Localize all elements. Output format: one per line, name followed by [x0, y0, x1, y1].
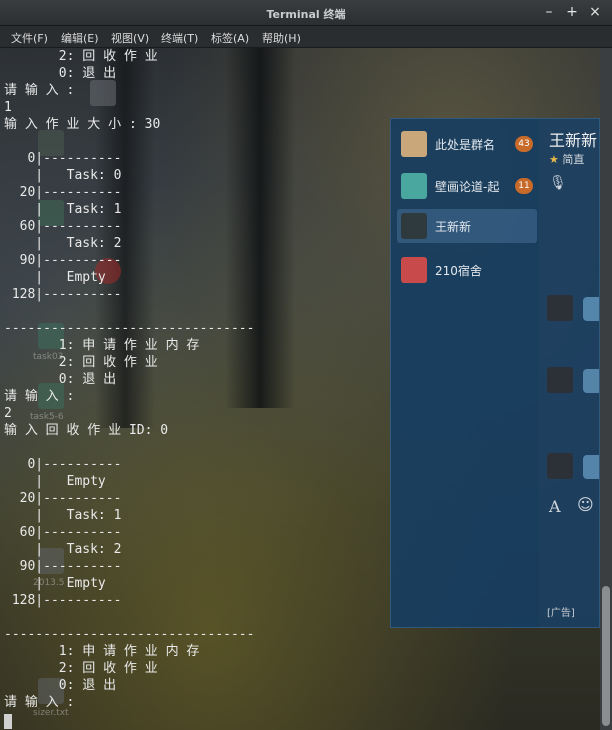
terminal-line: | Task: 0 — [4, 168, 122, 183]
terminal-line: 20|---------- — [4, 491, 122, 506]
terminal-line: 0: 退 出 — [4, 372, 117, 387]
terminal-line: | Task: 2 — [4, 236, 122, 251]
terminal-line: | Empty — [4, 270, 106, 285]
close-button[interactable]: × — [586, 3, 604, 21]
menu-tabs[interactable]: 标签(A) — [211, 30, 249, 46]
terminal-line: 90|---------- — [4, 559, 122, 574]
terminal-line: 1: 申 请 作 业 内 存 — [4, 338, 200, 353]
terminal-line: 请 输 入 : — [4, 389, 75, 404]
terminal-line: | Task: 2 — [4, 542, 122, 557]
terminal-output[interactable]: 2: 回 收 作 业 0: 退 出请 输 入 : 1 输 入 作 业 大 小 : 3… — [4, 48, 600, 711]
maximize-button[interactable]: + — [563, 3, 581, 21]
menu-terminal[interactable]: 终端(T) — [161, 30, 198, 46]
terminal-line: 0: 退 出 — [4, 678, 117, 693]
terminal-line: -------------------------------- — [4, 627, 255, 642]
minimize-button[interactable]: – — [540, 3, 558, 21]
menu-file[interactable]: 文件(F) — [11, 30, 48, 46]
menu-edit[interactable]: 编辑(E) — [61, 30, 99, 46]
terminal-line: 请 输 入 : — [4, 83, 75, 98]
terminal-line: | Empty — [4, 474, 106, 489]
terminal-line: 20|---------- — [4, 185, 122, 200]
terminal-line: 90|---------- — [4, 253, 122, 268]
terminal-line: 128|---------- — [4, 593, 122, 608]
terminal-line: 请 输 入 : — [4, 695, 75, 710]
menu-help[interactable]: 帮助(H) — [262, 30, 301, 46]
terminal-cursor — [4, 714, 12, 729]
terminal-line: 2 — [4, 406, 12, 421]
terminal-line: 1 — [4, 100, 12, 115]
terminal-line: 输 入 作 业 大 小 : 30 — [4, 117, 161, 132]
terminal-line: 2: 回 收 作 业 — [4, 355, 158, 370]
terminal-line: | Empty — [4, 576, 106, 591]
window-titlebar[interactable]: Terminal 终端 – + × — [0, 0, 612, 26]
terminal-scrollbar[interactable] — [600, 48, 612, 730]
menu-bar: 文件(F) 编辑(E) 视图(V) 终端(T) 标签(A) 帮助(H) — [0, 26, 612, 48]
terminal-line: -------------------------------- — [4, 321, 255, 336]
terminal-line: 128|---------- — [4, 287, 122, 302]
terminal-line: | Task: 1 — [4, 202, 122, 217]
terminal-line: 60|---------- — [4, 525, 122, 540]
terminal-line: 0: 退 出 — [4, 66, 117, 81]
menu-view[interactable]: 视图(V) — [111, 30, 149, 46]
terminal-line: 0|---------- — [4, 151, 122, 166]
window-title: Terminal 终端 — [266, 8, 346, 21]
terminal-line: 0|---------- — [4, 457, 122, 472]
terminal-line: 1: 申 请 作 业 内 存 — [4, 644, 200, 659]
scrollbar-thumb[interactable] — [602, 586, 610, 726]
terminal-line: | Task: 1 — [4, 508, 122, 523]
terminal-line: 2: 回 收 作 业 — [4, 661, 158, 676]
terminal-line: 输 入 回 收 作 业 ID: 0 — [4, 423, 169, 438]
terminal-line: 2: 回 收 作 业 — [4, 49, 158, 64]
terminal-line: 60|---------- — [4, 219, 122, 234]
